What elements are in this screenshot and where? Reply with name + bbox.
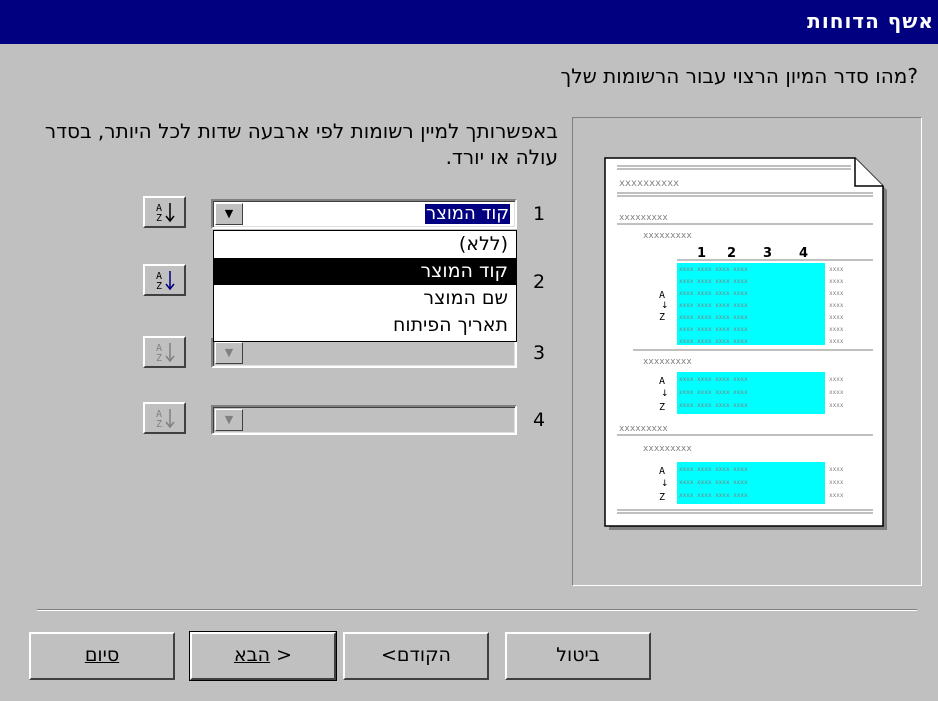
svg-text:xxxx xxxx xxxx xxxx: xxxx xxxx xxxx xxxx	[679, 290, 748, 297]
dropdown-option[interactable]: שם המוצר	[214, 285, 516, 312]
sort-field-select-4: ▼	[211, 405, 517, 435]
sort-row-number-1: 1	[533, 203, 546, 225]
svg-text:xxxx: xxxx	[829, 338, 844, 345]
sort-order-button-1[interactable]: A Z	[143, 196, 186, 228]
svg-text:xxxx: xxxx	[829, 479, 844, 486]
sort-field-dropdown-list[interactable]: (ללא) קוד המוצר שם המוצר תאריך הפיתוח	[213, 230, 517, 342]
sort-field-select-1[interactable]: ▼ קוד המוצר	[211, 199, 517, 229]
sort-ascending-icon: A Z	[156, 271, 175, 291]
svg-text:Z: Z	[156, 213, 162, 223]
svg-text:xxxx: xxxx	[829, 266, 844, 273]
sort-ascending-icon: A Z	[156, 203, 175, 223]
chevron-down-icon: ▼	[215, 409, 243, 431]
svg-text:xxxx xxxx xxxx xxxx: xxxx xxxx xxxx xxxx	[679, 314, 748, 321]
svg-text:↓: ↓	[661, 389, 669, 399]
window-title: אשף הדוחות	[807, 9, 934, 33]
sort-order-button-3: A Z	[143, 336, 186, 368]
cancel-button[interactable]: ביטול	[505, 632, 651, 680]
svg-text:xxxx: xxxx	[829, 290, 844, 297]
svg-text:Z: Z	[156, 281, 162, 291]
svg-text:xxxx: xxxx	[829, 326, 844, 333]
svg-text:xxxx xxxx xxxx xxxx: xxxx xxxx xxxx xxxx	[679, 278, 748, 285]
dropdown-option[interactable]: תאריך הפיתוח	[214, 312, 516, 339]
preview-sort-letter: A	[659, 376, 665, 387]
chevron-down-icon: ▼	[215, 342, 243, 364]
next-button-label: הבא	[233, 644, 271, 666]
preview-group-text: xxxxxxxxx	[619, 424, 668, 434]
preview-sort-letter: Z	[659, 312, 665, 323]
svg-text:xxxx xxxx xxxx xxxx: xxxx xxxx xxxx xxxx	[679, 492, 748, 499]
dropdown-option-selected[interactable]: קוד המוצר	[214, 258, 516, 285]
preview-sort-letter: Z	[659, 492, 665, 503]
preview-sort-letter: A	[659, 466, 665, 477]
svg-text:xxxx xxxx xxxx xxxx: xxxx xxxx xxxx xxxx	[679, 479, 748, 486]
sort-ascending-icon: A Z	[156, 409, 175, 429]
svg-text:xxxx xxxx xxxx xxxx: xxxx xxxx xxxx xxxx	[679, 326, 748, 333]
svg-text:↓: ↓	[661, 479, 669, 489]
sort-row-number-4: 4	[533, 409, 546, 431]
title-bar: אשף הדוחות	[0, 0, 938, 44]
svg-text:Z: Z	[156, 353, 162, 363]
svg-text:xxxx xxxx xxxx xxxx: xxxx xxxx xxxx xxxx	[679, 466, 748, 473]
svg-text:xxxx xxxx xxxx xxxx: xxxx xxxx xxxx xxxx	[679, 338, 748, 345]
svg-text:Z: Z	[156, 419, 162, 429]
svg-text:xxxx xxxx xxxx xxxx: xxxx xxxx xxxx xxxx	[679, 266, 748, 273]
dropdown-option[interactable]: (ללא)	[214, 231, 516, 258]
svg-text:xxxx xxxx xxxx xxxx: xxxx xxxx xxxx xxxx	[679, 389, 748, 396]
sort-row-number-2: 2	[533, 271, 546, 293]
next-button-arrow: >	[270, 644, 293, 666]
preview-column-number: 3	[763, 246, 772, 261]
preview-subgroup-text: xxxxxxxxx	[643, 231, 692, 241]
svg-text:xxxx xxxx xxxx xxxx: xxxx xxxx xxxx xxxx	[679, 376, 748, 383]
svg-text:xxxx: xxxx	[829, 302, 844, 309]
preview-header-text: xxxxxxxxxx	[619, 178, 679, 189]
preview-sort-letter: A	[659, 290, 665, 301]
preview-sort-letter: Z	[659, 402, 665, 413]
preview-column-number: 2	[727, 246, 736, 261]
report-preview-illustration: xxxxxxxxxx xxxxxxxxx xxxxxxxxx 1 2 3 4 x…	[604, 157, 887, 530]
preview-subgroup-text: xxxxxxxxx	[643, 444, 692, 454]
button-separator	[37, 609, 917, 611]
chevron-down-icon[interactable]: ▼	[215, 203, 243, 225]
next-button[interactable]: הבא >	[189, 631, 337, 681]
svg-text:xxxx xxxx xxxx xxxx: xxxx xxxx xxxx xxxx	[679, 402, 748, 409]
sort-row-number-3: 3	[533, 342, 546, 364]
sort-order-button-4: A Z	[143, 402, 186, 434]
back-button[interactable]: <הקודם	[343, 632, 489, 680]
svg-text:xxxx: xxxx	[829, 389, 844, 396]
svg-text:xxxx: xxxx	[829, 402, 844, 409]
sort-field-select-3: ▼	[211, 338, 517, 368]
sort-ascending-icon: A Z	[156, 343, 175, 363]
svg-text:xxxx: xxxx	[829, 278, 844, 285]
preview-subgroup-text: xxxxxxxxx	[643, 357, 692, 367]
preview-group-text: xxxxxxxxx	[619, 213, 668, 223]
svg-text:xxxx xxxx xxxx xxxx: xxxx xxxx xxxx xxxx	[679, 302, 748, 309]
svg-text:xxxx: xxxx	[829, 466, 844, 473]
finish-button[interactable]: סיום	[29, 632, 175, 680]
svg-text:↓: ↓	[661, 301, 669, 311]
wizard-instruction: באפשרותך למיין רשומות לפי ארבעה שדות לכל…	[44, 119, 558, 169]
finish-button-label: סיום	[84, 644, 120, 666]
selected-value: קוד המוצר	[425, 203, 510, 224]
wizard-question: מהו סדר המיון הרצוי עבור הרשומות שלך?	[560, 64, 918, 88]
svg-text:xxxx: xxxx	[829, 314, 844, 321]
preview-column-number: 1	[697, 246, 706, 261]
svg-text:xxxx: xxxx	[829, 492, 844, 499]
svg-text:xxxx: xxxx	[829, 376, 844, 383]
report-preview-panel: xxxxxxxxxx xxxxxxxxx xxxxxxxxx 1 2 3 4 x…	[572, 117, 922, 586]
preview-column-number: 4	[799, 246, 808, 261]
sort-order-button-2[interactable]: A Z	[143, 264, 186, 296]
